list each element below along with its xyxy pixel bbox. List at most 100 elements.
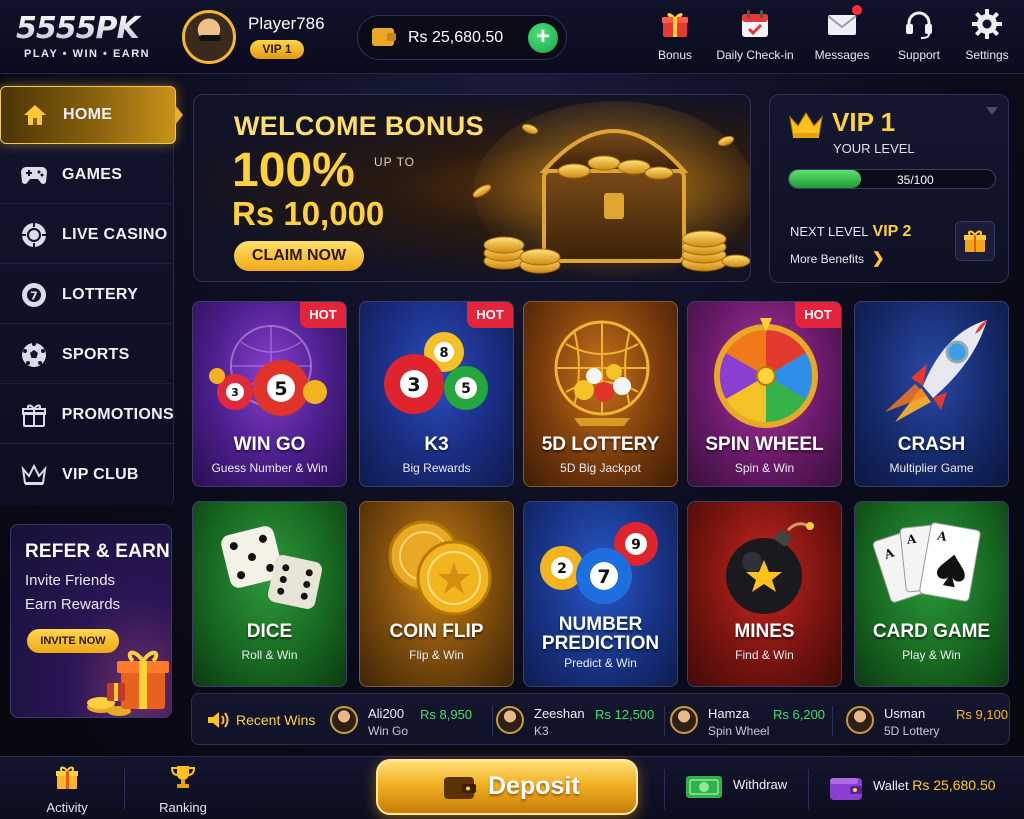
player-avatar[interactable] <box>182 10 236 64</box>
game-title: 5D LOTTERY <box>541 434 660 455</box>
win-game: K3 <box>534 724 549 738</box>
game-tile-crash[interactable]: CRASH Multiplier Game <box>854 301 1009 487</box>
nav-bonus[interactable]: Bonus <box>655 8 695 66</box>
game-tile-number-prediction[interactable]: 9 2 7 NUMBER PREDICTION Predict & Win <box>523 501 678 687</box>
game-title: SPIN WHEEL <box>705 434 824 455</box>
game-subtitle: Find & Win <box>735 648 794 662</box>
billiard-balls-icon: 8 3 5 <box>384 332 488 414</box>
dice-icon <box>221 526 322 609</box>
game-tile-coin-flip[interactable]: COIN FLIP Flip & Win <box>359 501 514 687</box>
nav-settings[interactable]: Settings <box>962 8 1012 66</box>
game-tile-mines[interactable]: MINES Find & Win <box>687 501 842 687</box>
game-tile-dice[interactable]: DICE Roll & Win <box>192 501 347 687</box>
game-tile-win-go[interactable]: HOT 3 5 WIN GO Guess Number & Win <box>192 301 347 487</box>
sidebar-item-live-casino[interactable]: LIVE CASINO <box>0 206 174 264</box>
game-subtitle: Spin & Win <box>734 461 795 475</box>
wallet-icon <box>444 777 476 799</box>
balance-display: Rs 25,680.50 + <box>357 15 567 60</box>
vip-level-title: VIP 1 <box>832 107 896 137</box>
game-tile-spin-wheel[interactable]: HOT SPIN WHEEL Spin & Win <box>687 301 842 487</box>
gift-coins-illustration <box>87 650 169 716</box>
nav-label: Settings <box>965 48 1009 62</box>
withdraw-label: Withdraw <box>733 777 788 792</box>
sidebar-item-lottery[interactable]: 7 LOTTERY <box>0 266 174 324</box>
vip-next-level: NEXT LEVEL VIP 2 <box>790 223 911 241</box>
casino-chip-icon <box>20 221 48 249</box>
chevron-right-icon: ❯ <box>872 250 885 267</box>
sidebar-item-label: SPORTS <box>62 345 130 363</box>
more-benefits-link[interactable]: More Benefits ❯ <box>790 249 885 267</box>
svg-text:7: 7 <box>597 566 610 588</box>
playing-cards-icon: A A A <box>873 522 981 603</box>
nav-messages[interactable]: Messages <box>812 5 872 66</box>
game-title: MINES <box>734 621 795 642</box>
svg-text:5: 5 <box>461 381 471 397</box>
spin-wheel-icon <box>714 318 818 428</box>
game-title: CARD GAME <box>872 621 991 642</box>
divider <box>664 769 665 809</box>
crown-icon <box>20 461 48 489</box>
nav-label: Daily Check-in <box>716 48 794 62</box>
claim-now-button[interactable]: CLAIM NOW <box>234 241 364 271</box>
crown-icon <box>789 112 823 138</box>
game-title: DICE <box>246 621 293 642</box>
game-tile-k3[interactable]: HOT 8 3 5 K3 Big Rewards <box>359 301 514 487</box>
calendar-icon <box>739 8 771 40</box>
sidebar-item-games[interactable]: GAMES <box>0 146 174 204</box>
game-title: WIN GO <box>233 434 306 455</box>
activity-label: Activity <box>46 800 88 815</box>
sidebar-item-vip-club[interactable]: VIP CLUB <box>0 446 174 504</box>
collapse-icon[interactable] <box>986 107 998 115</box>
ranking-button[interactable]: Ranking <box>158 763 208 815</box>
game-subtitle: Roll & Win <box>241 648 298 662</box>
svg-text:3: 3 <box>231 386 239 399</box>
vip-gift-button[interactable] <box>955 221 995 261</box>
gift-icon <box>20 401 48 429</box>
next-level-value: VIP 2 <box>872 223 912 240</box>
game-tile-card-game[interactable]: A A A CARD GAME Play & Win <box>854 501 1009 687</box>
svg-text:3: 3 <box>407 374 420 396</box>
logo-text: 5555PK <box>16 12 166 46</box>
game-subtitle: Guess Number & Win <box>211 461 328 475</box>
divider <box>492 706 493 736</box>
coin-icon <box>388 520 492 616</box>
win-entry: Zeeshan K3 Rs 12,500 <box>496 702 656 738</box>
avatar <box>496 706 524 734</box>
activity-button[interactable]: Activity <box>44 763 90 815</box>
top-bar: 5555PK PLAY • WIN • EARN Player786 VIP 1… <box>0 0 1024 74</box>
soccer-ball-icon <box>20 341 48 369</box>
wallet-label-group: Wallet Rs 25,680.50 <box>873 777 996 793</box>
game-title: CRASH <box>897 434 966 455</box>
refer-earn-card[interactable]: REFER & EARN Invite Friends Earn Rewards… <box>10 524 172 718</box>
home-icon <box>21 101 49 129</box>
vip-progress-fill <box>789 170 862 188</box>
logo[interactable]: 5555PK PLAY • WIN • EARN <box>16 12 166 61</box>
sidebar-item-promotions[interactable]: PROMOTIONS <box>0 386 174 444</box>
win-user: Hamza <box>708 706 750 721</box>
nav-support[interactable]: Support <box>894 8 944 66</box>
wallet-label: Wallet <box>873 778 909 793</box>
game-tile-5d-lottery[interactable]: 5D LOTTERY 5D Big Jackpot <box>523 301 678 487</box>
player-name: Player786 <box>248 14 325 33</box>
nav-daily-checkin[interactable]: Daily Check-in <box>715 8 795 66</box>
bomb-icon <box>726 522 814 614</box>
sidebar-item-sports[interactable]: SPORTS <box>0 326 174 384</box>
balance-value: Rs 25,680.50 <box>408 29 504 46</box>
ranking-label: Ranking <box>159 800 207 815</box>
banner-upto: UP TO <box>374 155 416 169</box>
vip-badge[interactable]: VIP 1 <box>250 40 304 59</box>
banner-percent: 100% <box>232 144 355 197</box>
win-game: Win Go <box>368 724 409 738</box>
welcome-bonus-banner[interactable]: WELCOME BONUS 100% UP TO Rs 10,000 CLAIM… <box>193 94 751 282</box>
vip-level-subtitle: YOUR LEVEL <box>833 141 915 156</box>
win-entry: Usman 5D Lottery Rs 9,100 <box>846 702 1008 738</box>
add-funds-button[interactable]: + <box>528 23 558 53</box>
deposit-label: Deposit <box>488 772 580 800</box>
avatar <box>330 706 358 734</box>
lottery-balls-icon: 3 5 <box>209 325 327 416</box>
sidebar-item-home[interactable]: HOME <box>0 86 183 144</box>
game-title: K3 <box>424 434 449 455</box>
refer-line-2: Earn Rewards <box>25 596 121 613</box>
deposit-button[interactable]: Deposit <box>376 759 638 815</box>
next-level-label: NEXT LEVEL <box>790 224 869 239</box>
